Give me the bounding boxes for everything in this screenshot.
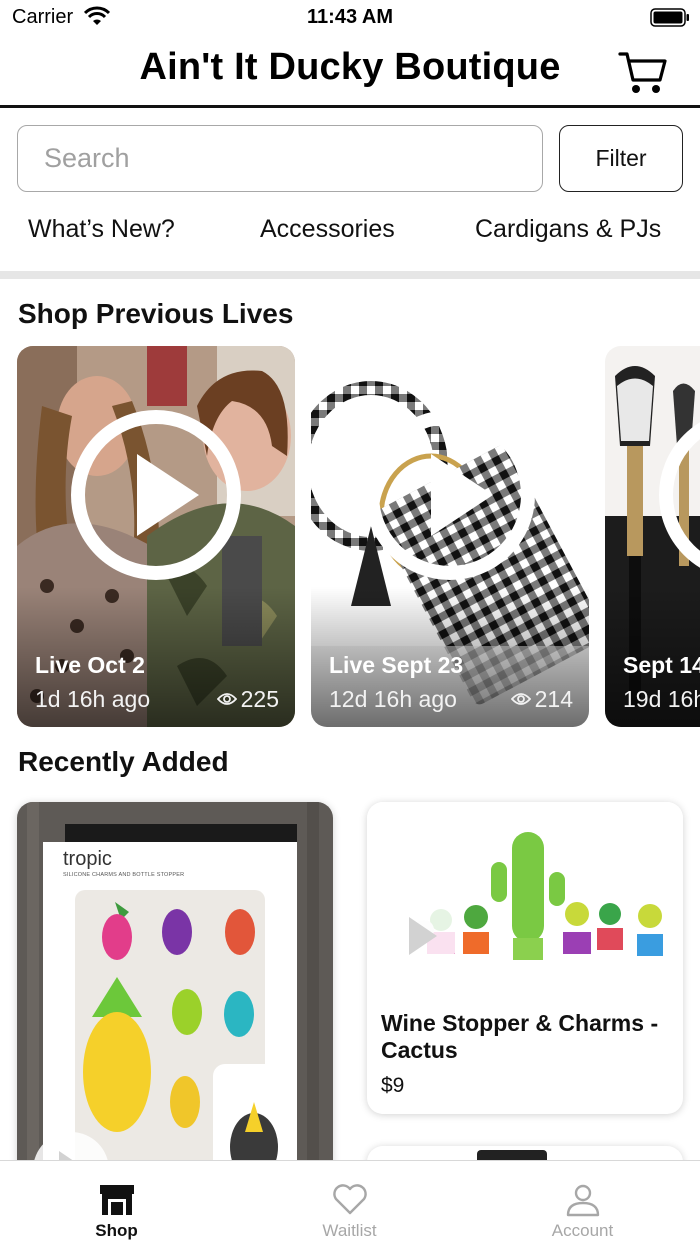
lives-heading: Shop Previous Lives <box>18 298 294 329</box>
live-views: 214 <box>510 686 573 713</box>
shop-icon <box>100 1185 134 1215</box>
live-card[interactable]: Live Oct 2 1d 16h ago 225 <box>17 346 295 727</box>
product-name: Wine Stopper & Charms - Cactus <box>381 1010 659 1063</box>
live-ago: 19d 16h ago <box>623 686 700 712</box>
cart-icon <box>618 52 667 93</box>
app-title: Ain't It Ducky Boutique <box>139 46 561 88</box>
product-price: $9 <box>381 1074 405 1097</box>
tab-label: Waitlist <box>322 1221 377 1240</box>
live-card[interactable]: Sept 14 19d 16h ago <box>605 346 700 727</box>
section-divider <box>0 271 700 279</box>
search-input[interactable] <box>17 125 543 192</box>
live-title: Live Sept 23 <box>329 652 464 678</box>
views-count: 225 <box>240 686 279 712</box>
tab-label: Shop <box>95 1221 138 1240</box>
app-header: Ain't It Ducky Boutique <box>0 36 700 108</box>
product-card[interactable]: Wine Stopper & Charms - Cactus $9 <box>367 802 683 1114</box>
category-cardigans-pjs[interactable]: Cardigans & PJs <box>475 215 661 244</box>
play-icon[interactable] <box>365 410 535 580</box>
eye-icon <box>216 693 237 706</box>
category-accessories[interactable]: Accessories <box>260 215 395 244</box>
tab-waitlist[interactable]: Waitlist <box>233 1161 466 1244</box>
live-title: Live Oct 2 <box>35 652 145 678</box>
live-ago: 12d 16h ago <box>329 686 457 712</box>
status-time: 11:43 AM <box>307 6 393 28</box>
tab-label: Account <box>551 1221 614 1240</box>
packaging-subtext: SILICONE CHARMS AND BOTTLE STOPPER <box>63 872 185 878</box>
tab-bar: Shop Waitlist Account <box>0 1160 700 1244</box>
battery-icon <box>650 8 689 27</box>
live-card[interactable]: Live Sept 23 12d 16h ago 214 <box>311 346 589 727</box>
play-icon[interactable] <box>71 410 241 580</box>
person-icon <box>566 1184 600 1217</box>
tab-account[interactable]: Account <box>466 1161 699 1244</box>
category-whats-new[interactable]: What’s New? <box>28 215 175 244</box>
packaging-brand: tropic <box>63 848 112 870</box>
heart-icon <box>333 1184 367 1215</box>
live-ago: 1d 16h ago <box>35 686 151 712</box>
status-bar: Carrier 11:43 AM <box>0 0 700 36</box>
play-icon[interactable] <box>383 898 459 974</box>
eye-icon <box>510 693 531 706</box>
live-title: Sept 14 <box>623 652 700 678</box>
tab-shop[interactable]: Shop <box>0 1161 233 1244</box>
cart-button[interactable] <box>614 46 670 98</box>
filter-button[interactable]: Filter <box>559 125 683 192</box>
recent-heading: Recently Added <box>18 746 229 777</box>
live-views: 225 <box>216 686 279 713</box>
product-card[interactable]: tropic SILICONE CHARMS AND BOTTLE STOPPE… <box>17 802 333 1182</box>
views-count: 214 <box>534 686 573 712</box>
